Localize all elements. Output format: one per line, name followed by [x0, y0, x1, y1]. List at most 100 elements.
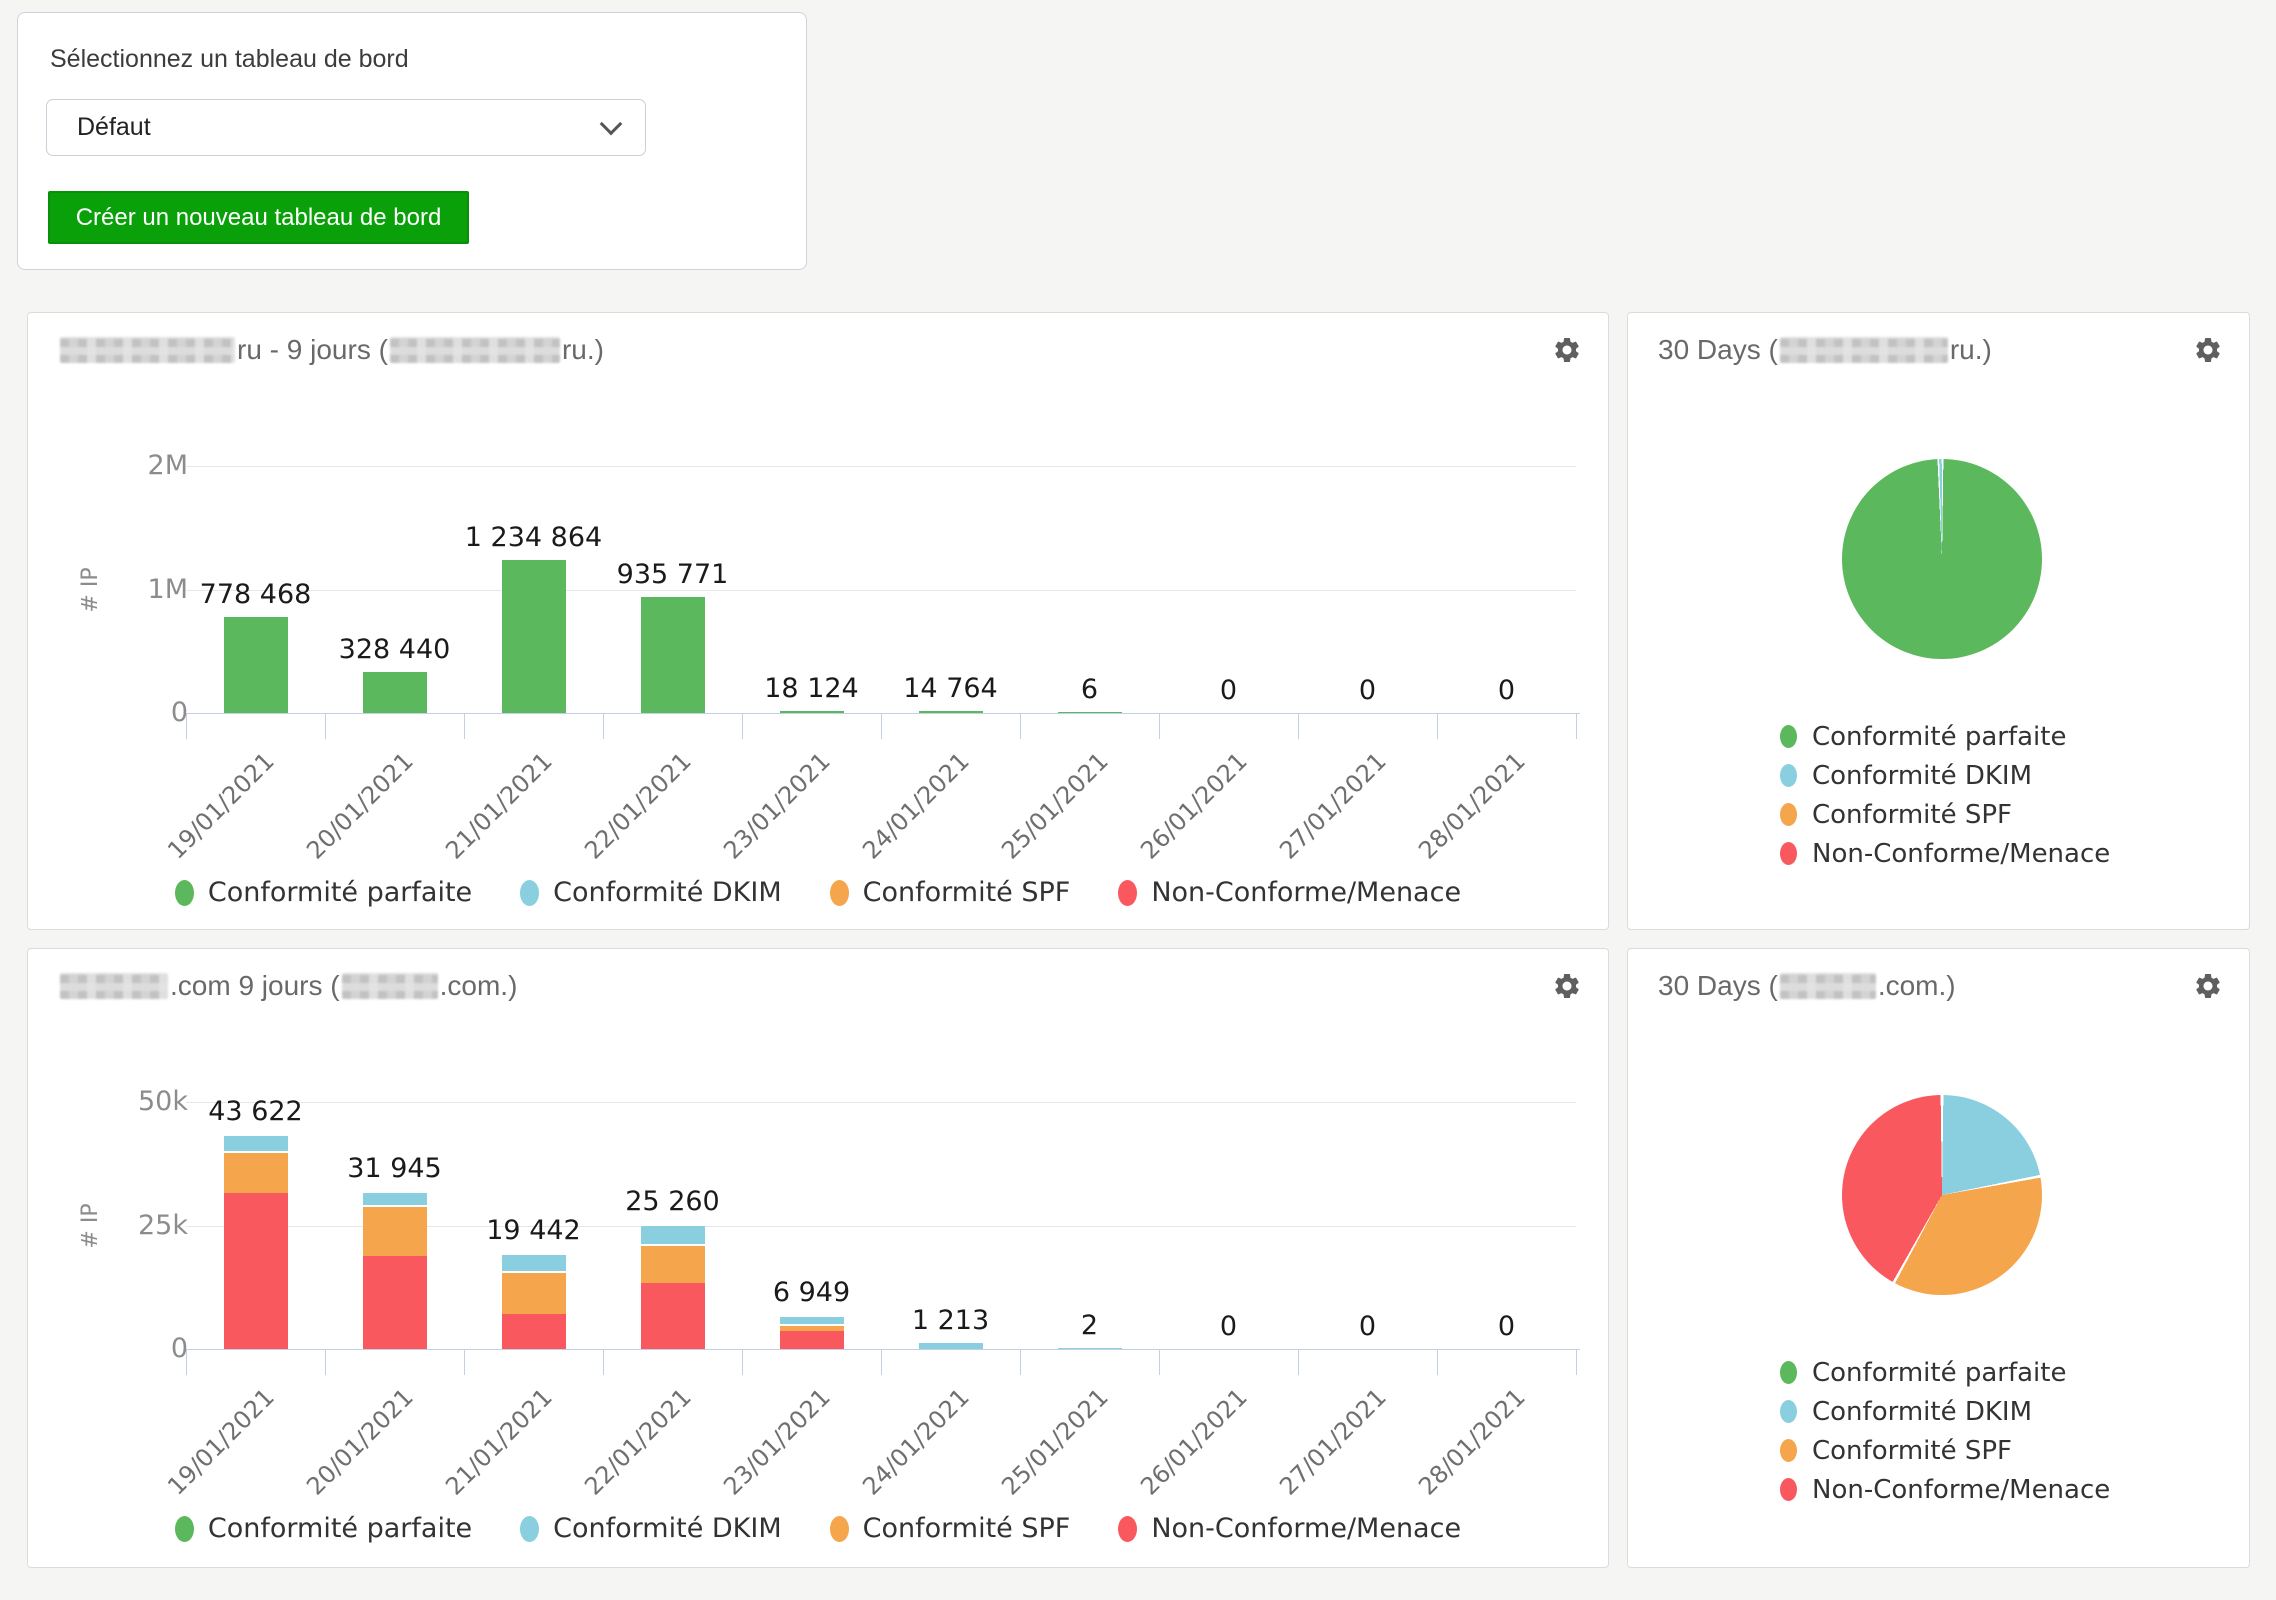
x-tick-label: 19/01/2021 [146, 747, 279, 880]
chart-legend: Conformité parfaite Conformité DKIM Confor… [1780, 1353, 2110, 1509]
x-tick-label: 26/01/2021 [1119, 747, 1252, 880]
bar-segment [363, 1256, 427, 1349]
x-axis-tick [881, 1349, 882, 1375]
panel-bar-ru: ru - 9 jours (ru.) # IP2M1M0778 46819/01… [27, 312, 1609, 930]
legend-marker-icon [830, 1516, 849, 1542]
legend-marker-icon [1780, 725, 1797, 748]
x-axis-tick [1298, 1349, 1299, 1375]
bar-segment [502, 1271, 566, 1314]
bar-segment [363, 1191, 427, 1205]
bar-value-label: 43 622 [141, 1096, 371, 1127]
legend-item[interactable]: Conformité DKIM [520, 1513, 781, 1544]
x-tick-label: 21/01/2021 [424, 1383, 557, 1516]
y-tick-label: 2M [48, 450, 188, 481]
legend-label: Conformité DKIM [553, 1513, 781, 1544]
bar-segment [502, 560, 566, 713]
dashboard-select[interactable]: Défaut [46, 99, 646, 156]
x-tick-label: 24/01/2021 [841, 1383, 974, 1516]
dashboard-selector-card: Sélectionnez un tableau de bord Défaut C… [17, 12, 807, 270]
legend-marker-icon [1780, 1478, 1797, 1501]
legend-item[interactable]: Conformité DKIM [1780, 1392, 2110, 1431]
bar-segment [363, 1205, 427, 1256]
legend-item[interactable]: Conformité SPF [1780, 795, 2110, 834]
legend-item[interactable]: Conformité parfaite [1780, 717, 2110, 756]
legend-label: Conformité SPF [863, 877, 1071, 908]
x-axis-tick [1576, 713, 1577, 739]
y-tick-label: 0 [48, 697, 188, 728]
x-axis-tick [881, 713, 882, 739]
bar-segment [780, 711, 844, 713]
x-axis-line [186, 713, 1580, 714]
x-tick-label: 28/01/2021 [1397, 1383, 1530, 1516]
x-tick-label: 20/01/2021 [285, 747, 418, 880]
y-tick-label: 25k [48, 1210, 188, 1241]
bar-segment [1058, 1348, 1122, 1349]
x-axis-tick [464, 1349, 465, 1375]
x-axis-tick [1437, 713, 1438, 739]
legend-item[interactable]: Conformité parfaite [1780, 1353, 2110, 1392]
panel-bar-com: .com 9 jours (.com.) # IP50k25k043 62219… [27, 948, 1609, 1568]
legend-label: Conformité parfaite [1812, 1358, 2066, 1388]
legend-label: Conformité SPF [863, 1513, 1071, 1544]
x-tick-label: 22/01/2021 [563, 1383, 696, 1516]
legend-label: Conformité SPF [1812, 800, 2012, 830]
legend-marker-icon [1780, 842, 1797, 865]
legend-item[interactable]: Conformité DKIM [1780, 756, 2110, 795]
legend-marker-icon [1780, 1400, 1797, 1423]
legend-item[interactable]: Non-Conforme/Menace [1118, 877, 1461, 908]
x-tick-label: 21/01/2021 [424, 747, 557, 880]
pie-chart [1842, 459, 2042, 659]
bar-value-label: 935 771 [558, 559, 788, 590]
bar-value-label: 25 260 [558, 1186, 788, 1217]
bar-segment [780, 1315, 844, 1324]
legend-item[interactable]: Conformité parfaite [175, 1513, 472, 1544]
legend-marker-icon [1118, 1516, 1137, 1542]
legend-marker-icon [1780, 1361, 1797, 1384]
legend-marker-icon [1780, 1439, 1797, 1462]
legend-marker-icon [830, 880, 849, 906]
x-axis-tick [1298, 713, 1299, 739]
x-axis-tick [325, 713, 326, 739]
x-tick-label: 23/01/2021 [702, 747, 835, 880]
bar-segment [780, 1324, 844, 1331]
gridline [186, 590, 1576, 591]
chart-legend: Conformité parfaite Conformité DKIM Confor… [1780, 717, 2110, 873]
x-tick-label: 27/01/2021 [1258, 747, 1391, 880]
legend-item[interactable]: Non-Conforme/Menace [1780, 834, 2110, 873]
legend-label: Conformité DKIM [553, 877, 781, 908]
panel-pie-com: 30 Days (.com.) Conformité parfaiteConfo… [1627, 948, 2250, 1568]
bar-value-label: 0 [1392, 1311, 1622, 1342]
legend-label: Conformité parfaite [208, 877, 472, 908]
bar-segment [641, 1224, 705, 1244]
bar-segment [641, 1244, 705, 1283]
legend-item[interactable]: Non-Conforme/Menace [1780, 1470, 2110, 1509]
legend-label: Non-Conforme/Menace [1151, 877, 1461, 908]
bar-value-label: 0 [1392, 675, 1622, 706]
x-axis-tick [1159, 713, 1160, 739]
legend-item[interactable]: Conformité SPF [830, 877, 1071, 908]
chart-legend: Conformité parfaite Conformité DKIM Confor… [28, 1513, 1608, 1544]
bar-chart-ru: # IP2M1M0778 46819/01/2021328 44020/01/2… [28, 313, 1608, 929]
x-axis-tick [325, 1349, 326, 1375]
x-tick-label: 28/01/2021 [1397, 747, 1530, 880]
legend-item[interactable]: Conformité parfaite [175, 877, 472, 908]
pie-chart [1842, 1095, 2042, 1295]
legend-item[interactable]: Conformité DKIM [520, 877, 781, 908]
legend-item[interactable]: Conformité SPF [830, 1513, 1071, 1544]
bar-value-label: 19 442 [419, 1215, 649, 1246]
panel-pie-ru: 30 Days (ru.) Conformité parfaiteConform… [1627, 312, 2250, 930]
pie-chart-com: Conformité parfaite Conformité DKIM Confor… [1628, 949, 2249, 1567]
legend-label: Conformité DKIM [1812, 1397, 2032, 1427]
legend-item[interactable]: Non-Conforme/Menace [1118, 1513, 1461, 1544]
create-dashboard-button[interactable]: Créer un nouveau tableau de bord [48, 191, 469, 244]
x-tick-label: 27/01/2021 [1258, 1383, 1391, 1516]
y-tick-label: 0 [48, 1333, 188, 1364]
bar-segment [224, 1193, 288, 1349]
legend-label: Conformité SPF [1812, 1436, 2012, 1466]
select-value: Défaut [77, 113, 151, 142]
legend-item[interactable]: Conformité SPF [1780, 1431, 2110, 1470]
chart-legend: Conformité parfaite Conformité DKIM Confor… [28, 877, 1608, 908]
legend-label: Conformité DKIM [1812, 761, 2032, 791]
bar-segment [224, 617, 288, 713]
bar-segment [224, 1134, 288, 1152]
